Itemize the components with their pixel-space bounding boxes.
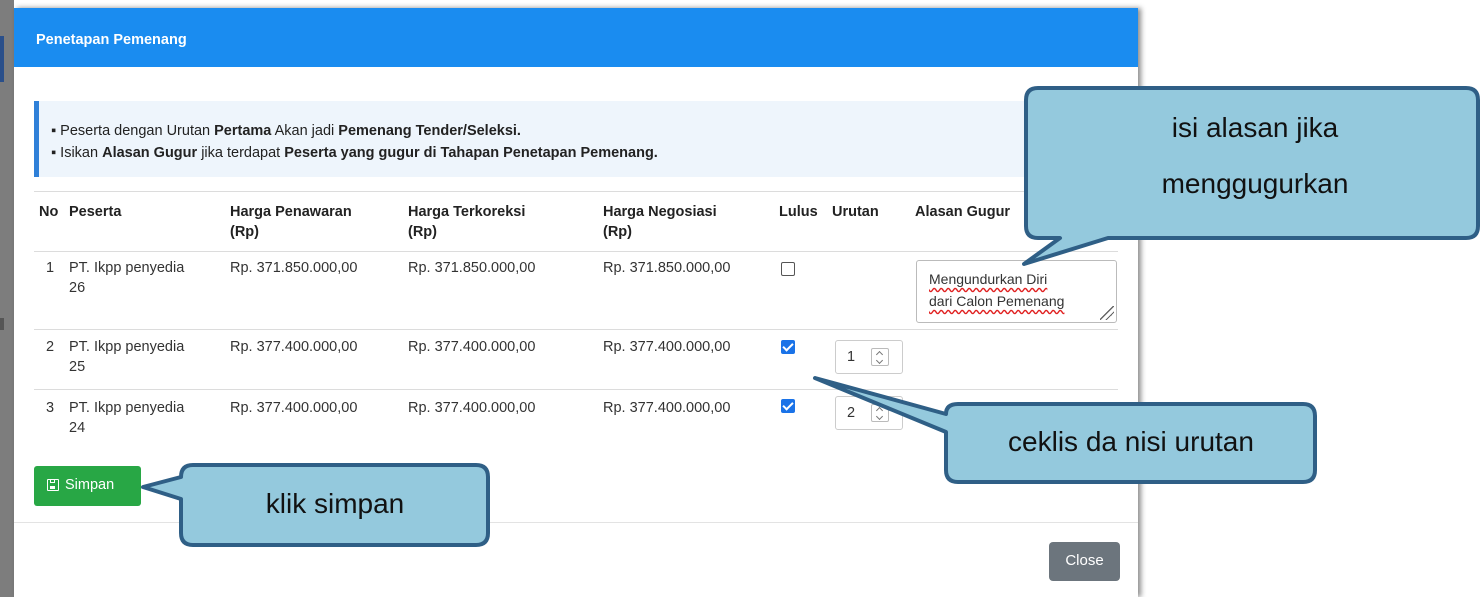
table-top-border [34, 191, 1118, 192]
info-alert: ▪ Peserta dengan Urutan Pertama Akan jad… [34, 101, 1118, 177]
row-harga-negosiasi: Rp. 377.400.000,00 [603, 339, 731, 355]
callout-alasan-line1: isi alasan jika [1171, 112, 1339, 143]
lulus-checkbox[interactable] [781, 340, 795, 354]
simpan-label: Simpan [65, 477, 115, 493]
textarea-line: dari Calon Pemenang [929, 293, 1065, 309]
simpan-button[interactable]: Simpan [34, 466, 141, 506]
col-header-harga-penawaran: Harga Penawaran (Rp) [230, 204, 352, 240]
row-harga-terkoreksi: Rp. 377.400.000,00 [408, 339, 536, 355]
row-harga-penawaran: Rp. 377.400.000,00 [230, 400, 358, 416]
alasan-gugur-textarea[interactable]: Mengundurkan Diri dari Calon Pemenang [916, 260, 1117, 323]
modal-title: Penetapan Pemenang [36, 32, 187, 48]
col-header-urutan: Urutan [832, 204, 879, 220]
row-harga-penawaran: Rp. 371.850.000,00 [230, 260, 358, 276]
info-line-1: ▪ Peserta dengan Urutan Pertama Akan jad… [51, 123, 521, 139]
row-peserta: PT. Ikpp penyedia 25 [69, 339, 185, 375]
row-no: 1 [46, 260, 55, 276]
row-no: 3 [46, 400, 55, 416]
close-button[interactable]: Close [1049, 542, 1120, 581]
col-header-no: No [39, 204, 59, 220]
penetapan-pemenang-modal: Penetapan Pemenang ▪ Peserta dengan Urut… [14, 8, 1138, 597]
background-page [0, 0, 14, 597]
callout-ceklis: ceklis da nisi urutan [1008, 426, 1254, 457]
col-header-peserta: Peserta [69, 204, 122, 220]
close-label: Close [1065, 552, 1104, 569]
urutan-value: 1 [847, 349, 856, 365]
row-no: 2 [46, 339, 55, 355]
row-divider [34, 329, 1118, 330]
modal-header: Penetapan Pemenang [14, 8, 1138, 67]
callout-simpan: klik simpan [265, 488, 405, 519]
row-divider [34, 389, 1118, 390]
background-mark [0, 36, 4, 82]
table-header-border [34, 251, 1118, 252]
row-harga-terkoreksi: Rp. 377.400.000,00 [408, 400, 536, 416]
callout-alasan-line2: menggugurkan [1161, 168, 1349, 199]
lulus-checkbox[interactable] [781, 399, 795, 413]
row-peserta: PT. Ikpp penyedia 24 [69, 400, 185, 436]
modal-footer-divider [14, 522, 1138, 523]
urutan-stepper[interactable]: 2 [835, 396, 903, 430]
urutan-stepper[interactable]: 1 [835, 340, 903, 374]
resize-handle-icon[interactable] [1100, 306, 1114, 320]
spin-up-down-icon[interactable] [871, 404, 889, 422]
row-peserta: PT. Ikpp penyedia 26 [69, 260, 185, 296]
col-header-harga-terkoreksi: Harga Terkoreksi (Rp) [408, 204, 526, 240]
textarea-line: Mengundurkan Diri [929, 271, 1048, 287]
col-header-alasan-gugur: Alasan Gugur [915, 204, 1011, 220]
urutan-value: 2 [847, 405, 856, 421]
background-mark [0, 318, 4, 330]
row-harga-penawaran: Rp. 377.400.000,00 [230, 339, 358, 355]
spin-up-down-icon[interactable] [871, 348, 889, 366]
info-line-2: ▪ Isikan Alasan Gugur jika terdapat Pese… [51, 145, 658, 161]
row-harga-negosiasi: Rp. 371.850.000,00 [603, 260, 731, 276]
row-harga-negosiasi: Rp. 377.400.000,00 [603, 400, 731, 416]
col-header-harga-negosiasi: Harga Negosiasi (Rp) [603, 204, 717, 240]
floppy-disk-icon [47, 479, 59, 491]
lulus-checkbox[interactable] [781, 262, 795, 276]
row-harga-terkoreksi: Rp. 371.850.000,00 [408, 260, 536, 276]
col-header-lulus: Lulus [779, 204, 818, 220]
